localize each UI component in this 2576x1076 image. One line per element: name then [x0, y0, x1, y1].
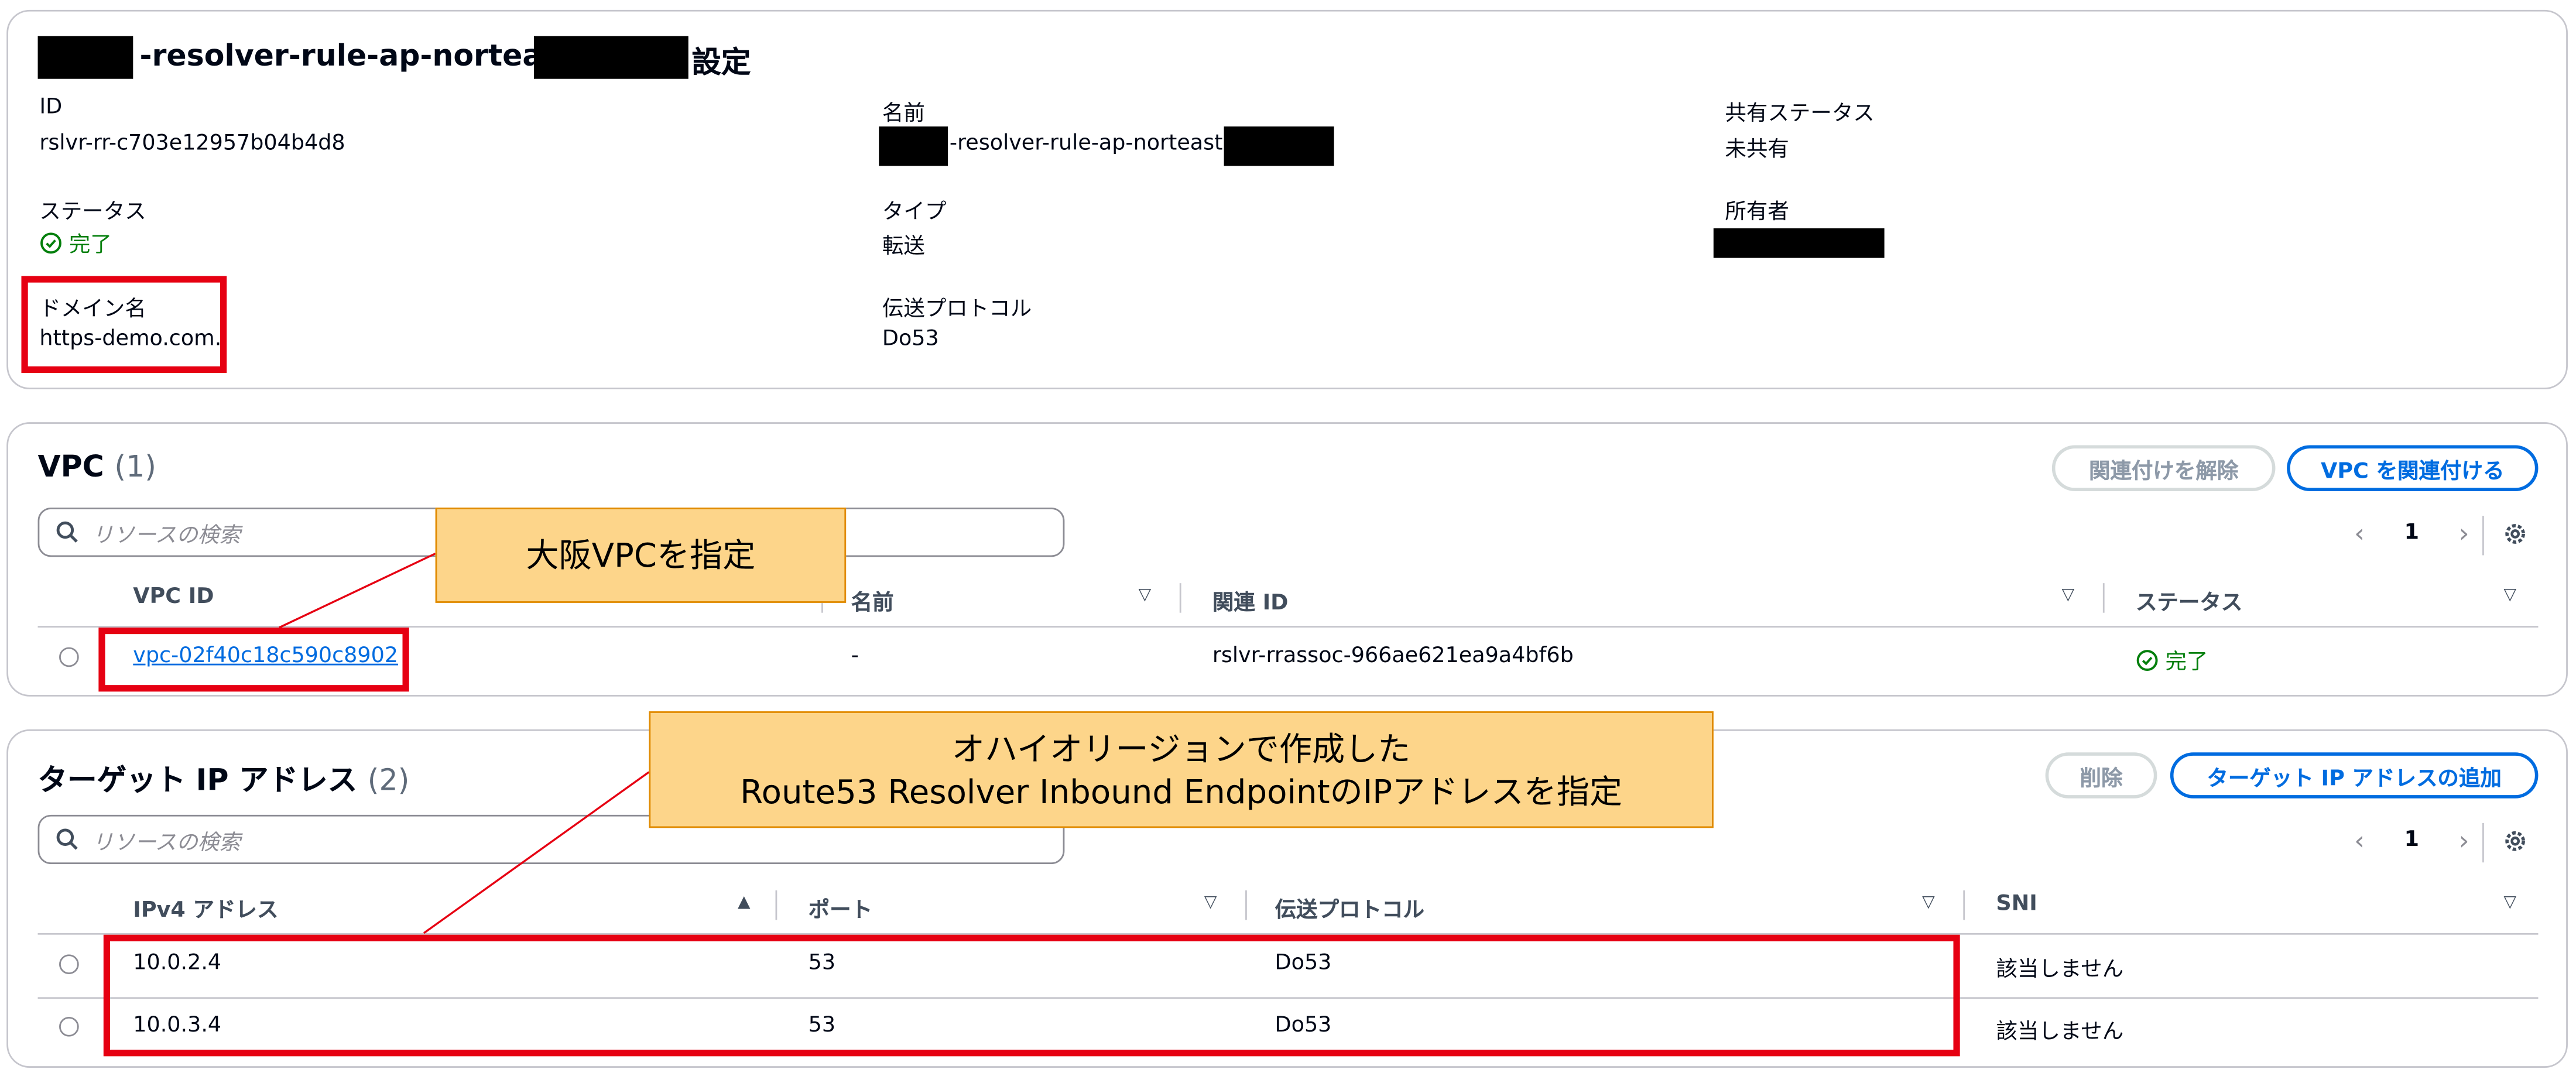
callout-osaka-vpc: 大阪VPCを指定: [435, 508, 847, 603]
callout1-connector: [279, 553, 436, 629]
callout2-line1: オハイオリージョンで作成した: [951, 728, 1411, 768]
callout-inbound-endpoint: オハイオリージョンで作成した Route53 Resolver Inbound …: [649, 711, 1714, 828]
callout2-connector: [423, 771, 650, 934]
callout-connector-lines: [279, 553, 650, 934]
callout1-text: 大阪VPCを指定: [526, 535, 756, 575]
page-stage: -resolver-rule-ap-norteast3- 設定 ID rslvr…: [0, 0, 2576, 1076]
callout2-line2: Route53 Resolver Inbound EndpointのIPアドレス…: [740, 771, 1622, 811]
